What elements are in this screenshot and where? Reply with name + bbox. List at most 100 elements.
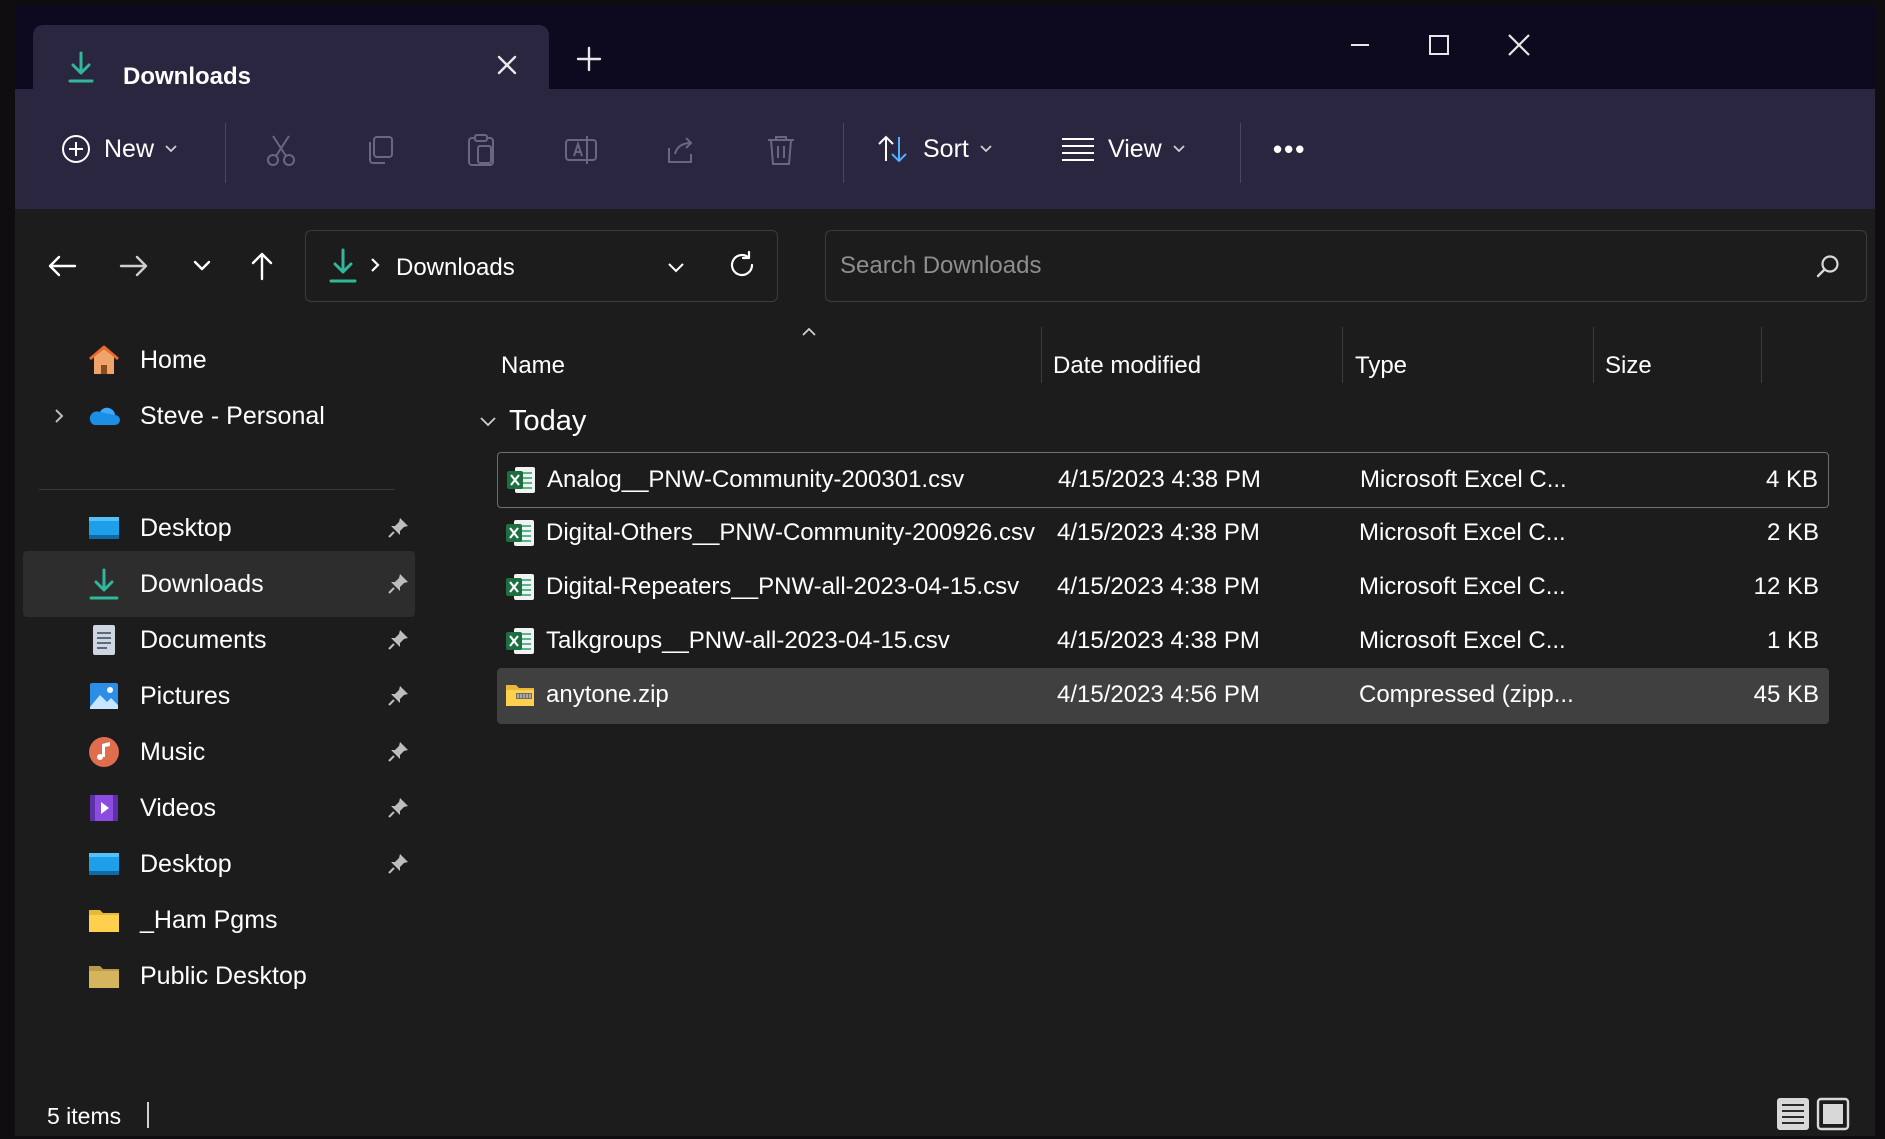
copy-icon[interactable] — [363, 132, 399, 168]
pin-icon[interactable] — [386, 628, 410, 652]
file-list-pane: Name Date modified Type Size Today Analo… — [455, 319, 1875, 1092]
column-resize-handle[interactable] — [1761, 327, 1762, 383]
file-name: Talkgroups__PNW-all-2023-04-15.csv — [546, 627, 950, 654]
breadcrumb-separator-icon[interactable] — [368, 253, 382, 277]
view-button[interactable]: View — [1060, 89, 1186, 209]
pin-icon[interactable] — [386, 852, 410, 876]
pin-icon[interactable] — [386, 572, 410, 596]
file-row[interactable]: anytone.zip 4/15/2023 4:56 PM Compressed… — [497, 668, 1829, 724]
pin-icon[interactable] — [386, 516, 410, 540]
group-label: Today — [509, 404, 587, 437]
pictures-icon — [90, 683, 118, 709]
view-label: View — [1108, 134, 1162, 163]
sidebar-item-label: _Ham Pgms — [140, 906, 278, 934]
rename-icon[interactable] — [563, 132, 599, 168]
sort-label: Sort — [923, 134, 969, 163]
plus-circle-icon — [62, 135, 90, 163]
excel-csv-icon — [507, 467, 535, 493]
chevron-right-icon[interactable] — [49, 405, 69, 427]
paste-icon[interactable] — [463, 132, 499, 168]
close-window-button[interactable] — [1489, 23, 1549, 67]
sidebar-item-label: Home — [140, 346, 207, 374]
pin-icon[interactable] — [386, 684, 410, 708]
search-box[interactable] — [825, 230, 1867, 302]
pin-icon[interactable] — [386, 796, 410, 820]
column-header-name[interactable]: Name — [501, 329, 1046, 389]
sidebar-item-label: Steve - Personal — [140, 402, 325, 430]
large-icons-view-icon[interactable] — [1815, 1096, 1851, 1132]
address-row: Downloads — [15, 209, 1875, 319]
close-icon — [1508, 34, 1530, 56]
sidebar-item-label: Downloads — [140, 570, 264, 598]
folder-icon — [89, 910, 119, 932]
excel-csv-icon — [506, 574, 534, 600]
file-date: 4/15/2023 4:38 PM — [1057, 627, 1260, 654]
onedrive-cloud-icon — [89, 407, 120, 425]
chevron-down-icon — [980, 145, 992, 153]
title-bar: Downloads — [15, 5, 1875, 91]
more-options-button[interactable]: ••• — [1273, 89, 1306, 209]
column-header-label: Name — [501, 352, 566, 379]
file-date: 4/15/2023 4:56 PM — [1057, 681, 1260, 708]
new-label: New — [104, 134, 155, 163]
search-input[interactable] — [840, 249, 1800, 283]
download-arrow-icon — [68, 51, 94, 83]
file-size: 2 KB — [1766, 519, 1819, 546]
tab-downloads[interactable]: Downloads — [33, 25, 549, 91]
sidebar-item-public-desktop[interactable]: Public Desktop — [23, 943, 415, 1009]
sidebar-item-label: Public Desktop — [140, 962, 307, 990]
sidebar-item-onedrive[interactable]: Steve - Personal — [23, 383, 415, 449]
chevron-down-icon — [1173, 145, 1185, 153]
up-arrow-icon[interactable] — [245, 249, 279, 283]
chevron-down-icon[interactable] — [664, 255, 688, 279]
folder-icon — [89, 966, 119, 988]
sort-arrows-icon — [878, 135, 907, 163]
delete-icon[interactable] — [763, 132, 799, 168]
share-icon[interactable] — [663, 132, 699, 168]
column-resize-handle[interactable] — [1342, 327, 1343, 383]
column-resize-handle[interactable] — [1041, 327, 1042, 383]
new-tab-icon[interactable] — [575, 45, 603, 73]
file-type: Compressed (zipp... — [1359, 681, 1574, 708]
refresh-icon[interactable] — [726, 249, 758, 281]
file-row[interactable]: Digital-Repeaters__PNW-all-2023-04-15.cs… — [497, 560, 1829, 616]
close-tab-icon[interactable] — [493, 51, 521, 79]
download-arrow-icon — [329, 248, 357, 283]
sidebar-item-label: Desktop — [140, 514, 232, 542]
file-name: anytone.zip — [546, 681, 669, 708]
more-options-icon: ••• — [1273, 133, 1307, 164]
file-row[interactable]: Talkgroups__PNW-all-2023-04-15.csv 4/15/… — [497, 614, 1829, 670]
file-date: 4/15/2023 4:38 PM — [1057, 519, 1260, 546]
item-count: 5 items — [47, 1103, 122, 1129]
column-header-size[interactable]: Size — [1605, 329, 1765, 389]
address-bar[interactable]: Downloads — [305, 230, 778, 302]
status-separator — [147, 1102, 149, 1128]
breadcrumb-downloads[interactable]: Downloads — [396, 254, 515, 282]
column-header-type[interactable]: Type — [1355, 329, 1595, 389]
recent-locations-chevron-icon[interactable] — [185, 249, 219, 283]
minimize-button[interactable] — [1330, 23, 1390, 67]
forward-arrow-icon[interactable] — [117, 249, 151, 283]
file-date: 4/15/2023 4:38 PM — [1058, 466, 1261, 493]
sidebar-item-label: Pictures — [140, 682, 231, 710]
sort-button[interactable]: Sort — [875, 89, 993, 209]
column-header-date[interactable]: Date modified — [1053, 329, 1353, 389]
column-header-label: Size — [1605, 352, 1652, 379]
maximize-button[interactable] — [1409, 23, 1469, 67]
file-row[interactable]: Digital-Others__PNW-Community-200926.csv… — [497, 506, 1829, 562]
back-arrow-icon[interactable] — [45, 249, 79, 283]
file-type: Microsoft Excel C... — [1359, 519, 1566, 546]
file-row[interactable]: Analog__PNW-Community-200301.csv 4/15/20… — [497, 452, 1829, 508]
column-resize-handle[interactable] — [1593, 327, 1594, 383]
file-date: 4/15/2023 4:38 PM — [1057, 573, 1260, 600]
pin-icon[interactable] — [386, 740, 410, 764]
excel-csv-icon — [506, 520, 534, 546]
file-name: Digital-Others__PNW-Community-200926.csv — [546, 519, 1036, 546]
new-button[interactable]: New — [60, 89, 178, 209]
group-header-today[interactable]: Today — [477, 399, 586, 443]
details-view-icon[interactable] — [1775, 1096, 1811, 1132]
cut-icon[interactable] — [263, 132, 299, 168]
file-size: 4 KB — [1765, 466, 1818, 493]
file-name: Analog__PNW-Community-200301.csv — [547, 466, 965, 493]
search-icon[interactable] — [1814, 253, 1842, 281]
